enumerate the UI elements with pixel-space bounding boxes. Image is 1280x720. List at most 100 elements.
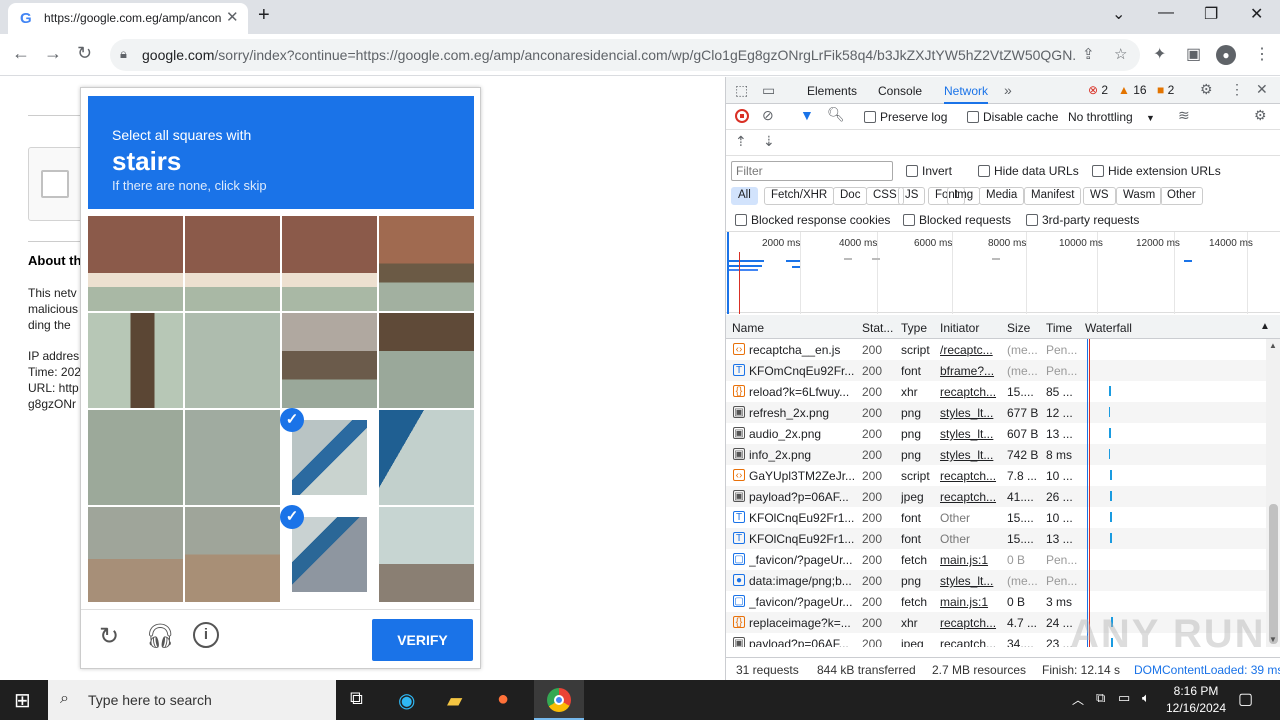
captcha-tile[interactable] bbox=[282, 216, 377, 311]
filter-chip-doc[interactable]: Doc bbox=[833, 187, 868, 205]
hide-extension-urls-checkbox[interactable]: Hide extension URLs bbox=[1092, 164, 1221, 178]
col-waterfall[interactable]: Waterfall bbox=[1085, 321, 1132, 335]
col-time[interactable]: Time bbox=[1046, 321, 1072, 335]
request-name[interactable]: KFOlCnqEu92Fr1... bbox=[749, 511, 857, 525]
scroll-down-icon[interactable]: ▼ bbox=[1269, 635, 1277, 644]
request-row[interactable]: T KFOmCnqEu92Fr... 200 font bframe?... (me...… bbox=[726, 360, 1266, 381]
tab-search-icon[interactable]: ⌄ bbox=[1112, 4, 1125, 24]
more-tabs-icon[interactable]: » bbox=[1004, 82, 1012, 98]
request-row[interactable]: T KFOlCnqEu92Fr1... 200 font Other 15.... 13 .… bbox=[726, 528, 1266, 549]
windows-start-icon[interactable]: ⊞ bbox=[14, 688, 31, 713]
tab-network[interactable]: Network bbox=[944, 84, 989, 104]
request-row[interactable]: ‹› GaYUpl3TM2ZeJr... 200 script recaptch... 7… bbox=[726, 465, 1266, 486]
network-settings-icon[interactable]: ⚙ bbox=[1254, 107, 1267, 124]
captcha-tile[interactable] bbox=[88, 410, 183, 505]
request-name[interactable]: _favicon/?pageUr... bbox=[749, 595, 857, 609]
device-toolbar-icon[interactable]: ▭ bbox=[762, 82, 775, 99]
tab-console[interactable]: Console bbox=[878, 84, 922, 98]
request-name[interactable]: data:image/png;b... bbox=[749, 574, 857, 588]
network-tray-icon[interactable]: ⧉ bbox=[1096, 690, 1105, 706]
verify-button[interactable]: VERIFY bbox=[372, 619, 473, 661]
search-icon[interactable]: 🔍︎ bbox=[827, 106, 845, 123]
request-name[interactable]: reload?k=6Lfwuy... bbox=[749, 385, 857, 399]
notifications-icon[interactable]: ▢ bbox=[1238, 689, 1253, 709]
filter-icon[interactable]: ▼ bbox=[800, 107, 814, 123]
recaptcha-checkbox[interactable] bbox=[41, 170, 69, 198]
export-har-icon[interactable]: ⇣ bbox=[763, 133, 775, 150]
request-name[interactable]: payload?p=06AF... bbox=[749, 490, 857, 504]
captcha-tile[interactable] bbox=[379, 313, 474, 408]
filter-chip-ws[interactable]: WS bbox=[1083, 187, 1116, 205]
request-initiator[interactable]: recaptch... bbox=[940, 490, 1000, 504]
request-row[interactable]: ▣ info_2x.png 200 png styles_lt... 742 B 8 ms bbox=[726, 444, 1266, 465]
share-icon[interactable]: ⇪ bbox=[1082, 45, 1095, 63]
close-tab-icon[interactable]: ✕ bbox=[226, 8, 239, 26]
timeline-selection-handle[interactable] bbox=[727, 232, 729, 314]
request-name[interactable]: refresh_2x.png bbox=[749, 406, 857, 420]
col-size[interactable]: Size bbox=[1007, 321, 1030, 335]
captcha-tile[interactable] bbox=[185, 313, 280, 408]
request-row[interactable]: ▢ _favicon/?pageUr... 200 fetch main.js:1 0 B… bbox=[726, 549, 1266, 570]
profile-avatar-icon[interactable]: ● bbox=[1216, 45, 1236, 65]
request-initiator[interactable]: main.js:1 bbox=[940, 553, 1000, 567]
minimize-icon[interactable]: — bbox=[1158, 4, 1174, 22]
lock-icon[interactable]: 🔒︎ bbox=[120, 46, 127, 62]
captcha-tile[interactable] bbox=[292, 420, 367, 495]
throttling-select[interactable]: No throttling ▼ bbox=[1068, 110, 1155, 124]
import-har-icon[interactable]: ⇡ bbox=[735, 133, 747, 150]
close-devtools-icon[interactable]: ✕ bbox=[1256, 81, 1268, 98]
captcha-tile[interactable] bbox=[185, 410, 280, 505]
preserve-log-checkbox[interactable]: Preserve log bbox=[864, 110, 947, 124]
network-conditions-icon[interactable]: ≋ bbox=[1178, 107, 1190, 124]
menu-kebab-icon[interactable]: ⋮ bbox=[1254, 44, 1270, 64]
request-initiator[interactable]: styles_lt... bbox=[940, 448, 1000, 462]
captcha-tile[interactable] bbox=[292, 517, 367, 592]
chrome-taskbar-button[interactable] bbox=[534, 680, 584, 720]
request-initiator[interactable]: recaptch... bbox=[940, 385, 1000, 399]
captcha-tile[interactable] bbox=[88, 216, 183, 311]
col-initiator[interactable]: Initiator bbox=[940, 321, 979, 335]
firefox-icon[interactable]: ● bbox=[497, 688, 509, 711]
request-row[interactable]: ● data:image/png;b... 200 png styles_lt... (m… bbox=[726, 570, 1266, 591]
record-stop-icon[interactable] bbox=[735, 109, 749, 123]
back-icon[interactable]: ← bbox=[12, 43, 30, 64]
request-initiator[interactable]: main.js:1 bbox=[940, 595, 1000, 609]
recaptcha-anchor[interactable] bbox=[28, 147, 88, 221]
filter-chip-wasm[interactable]: Wasm bbox=[1116, 187, 1163, 205]
captcha-tile[interactable] bbox=[379, 507, 474, 602]
filter-chip-fetch-xhr[interactable]: Fetch/XHR bbox=[764, 187, 835, 205]
col-name[interactable]: Name bbox=[732, 321, 764, 335]
edge-icon[interactable]: ◉ bbox=[398, 688, 415, 713]
forward-icon[interactable]: → bbox=[44, 43, 62, 64]
warning-count[interactable]: ▲ 16 bbox=[1118, 83, 1147, 97]
request-initiator[interactable]: styles_lt... bbox=[940, 574, 1000, 588]
new-tab-icon[interactable]: + bbox=[258, 4, 270, 27]
request-row[interactable]: ‹› recaptcha__en.js 200 script/recaptc... (m… bbox=[726, 339, 1266, 360]
bookmark-star-icon[interactable]: ☆ bbox=[1114, 45, 1127, 63]
scrollbar-thumb[interactable] bbox=[1269, 504, 1278, 644]
browser-tab[interactable]: G https://google.com.eg/amp/anconareside… bbox=[8, 3, 248, 34]
request-name[interactable]: replaceimage?k=... bbox=[749, 616, 857, 630]
request-name[interactable]: info_2x.png bbox=[749, 448, 857, 462]
extensions-icon[interactable]: ✦ bbox=[1153, 44, 1166, 64]
filter-input[interactable]: Filter bbox=[731, 161, 893, 181]
issues-count[interactable]: ■ 2 bbox=[1157, 83, 1174, 97]
address-bar[interactable]: 🔒︎ google.com/sorry/index?continue=https… bbox=[110, 39, 1140, 71]
settings-gear-icon[interactable]: ⚙ bbox=[1200, 81, 1213, 98]
captcha-tile[interactable] bbox=[282, 313, 377, 408]
blocked-requests-checkbox[interactable]: Blocked requests bbox=[903, 213, 1011, 227]
audio-challenge-icon[interactable]: 🎧︎ bbox=[145, 622, 175, 651]
request-initiator[interactable]: recaptch... bbox=[940, 637, 1000, 647]
blocked-cookies-checkbox[interactable]: Blocked response cookies bbox=[735, 213, 890, 227]
close-window-icon[interactable]: ✕ bbox=[1250, 4, 1263, 24]
scrollbar[interactable]: ▲ ▼ bbox=[1266, 339, 1280, 647]
request-name[interactable]: KFOmCnqEu92Fr... bbox=[749, 364, 857, 378]
file-explorer-icon[interactable]: ▰ bbox=[447, 688, 462, 713]
col-type[interactable]: Type bbox=[901, 321, 927, 335]
restore-icon[interactable]: ❐ bbox=[1204, 4, 1218, 24]
filter-chip-img[interactable]: Img bbox=[947, 187, 981, 205]
reload-icon[interactable]: ↻ bbox=[77, 43, 92, 64]
request-row[interactable]: ▣ payload?p=06AF... 200 jpeg recaptch... 41..… bbox=[726, 486, 1266, 507]
disable-cache-checkbox[interactable]: Disable cache bbox=[967, 110, 1058, 124]
request-name[interactable]: audio_2x.png bbox=[749, 427, 857, 441]
